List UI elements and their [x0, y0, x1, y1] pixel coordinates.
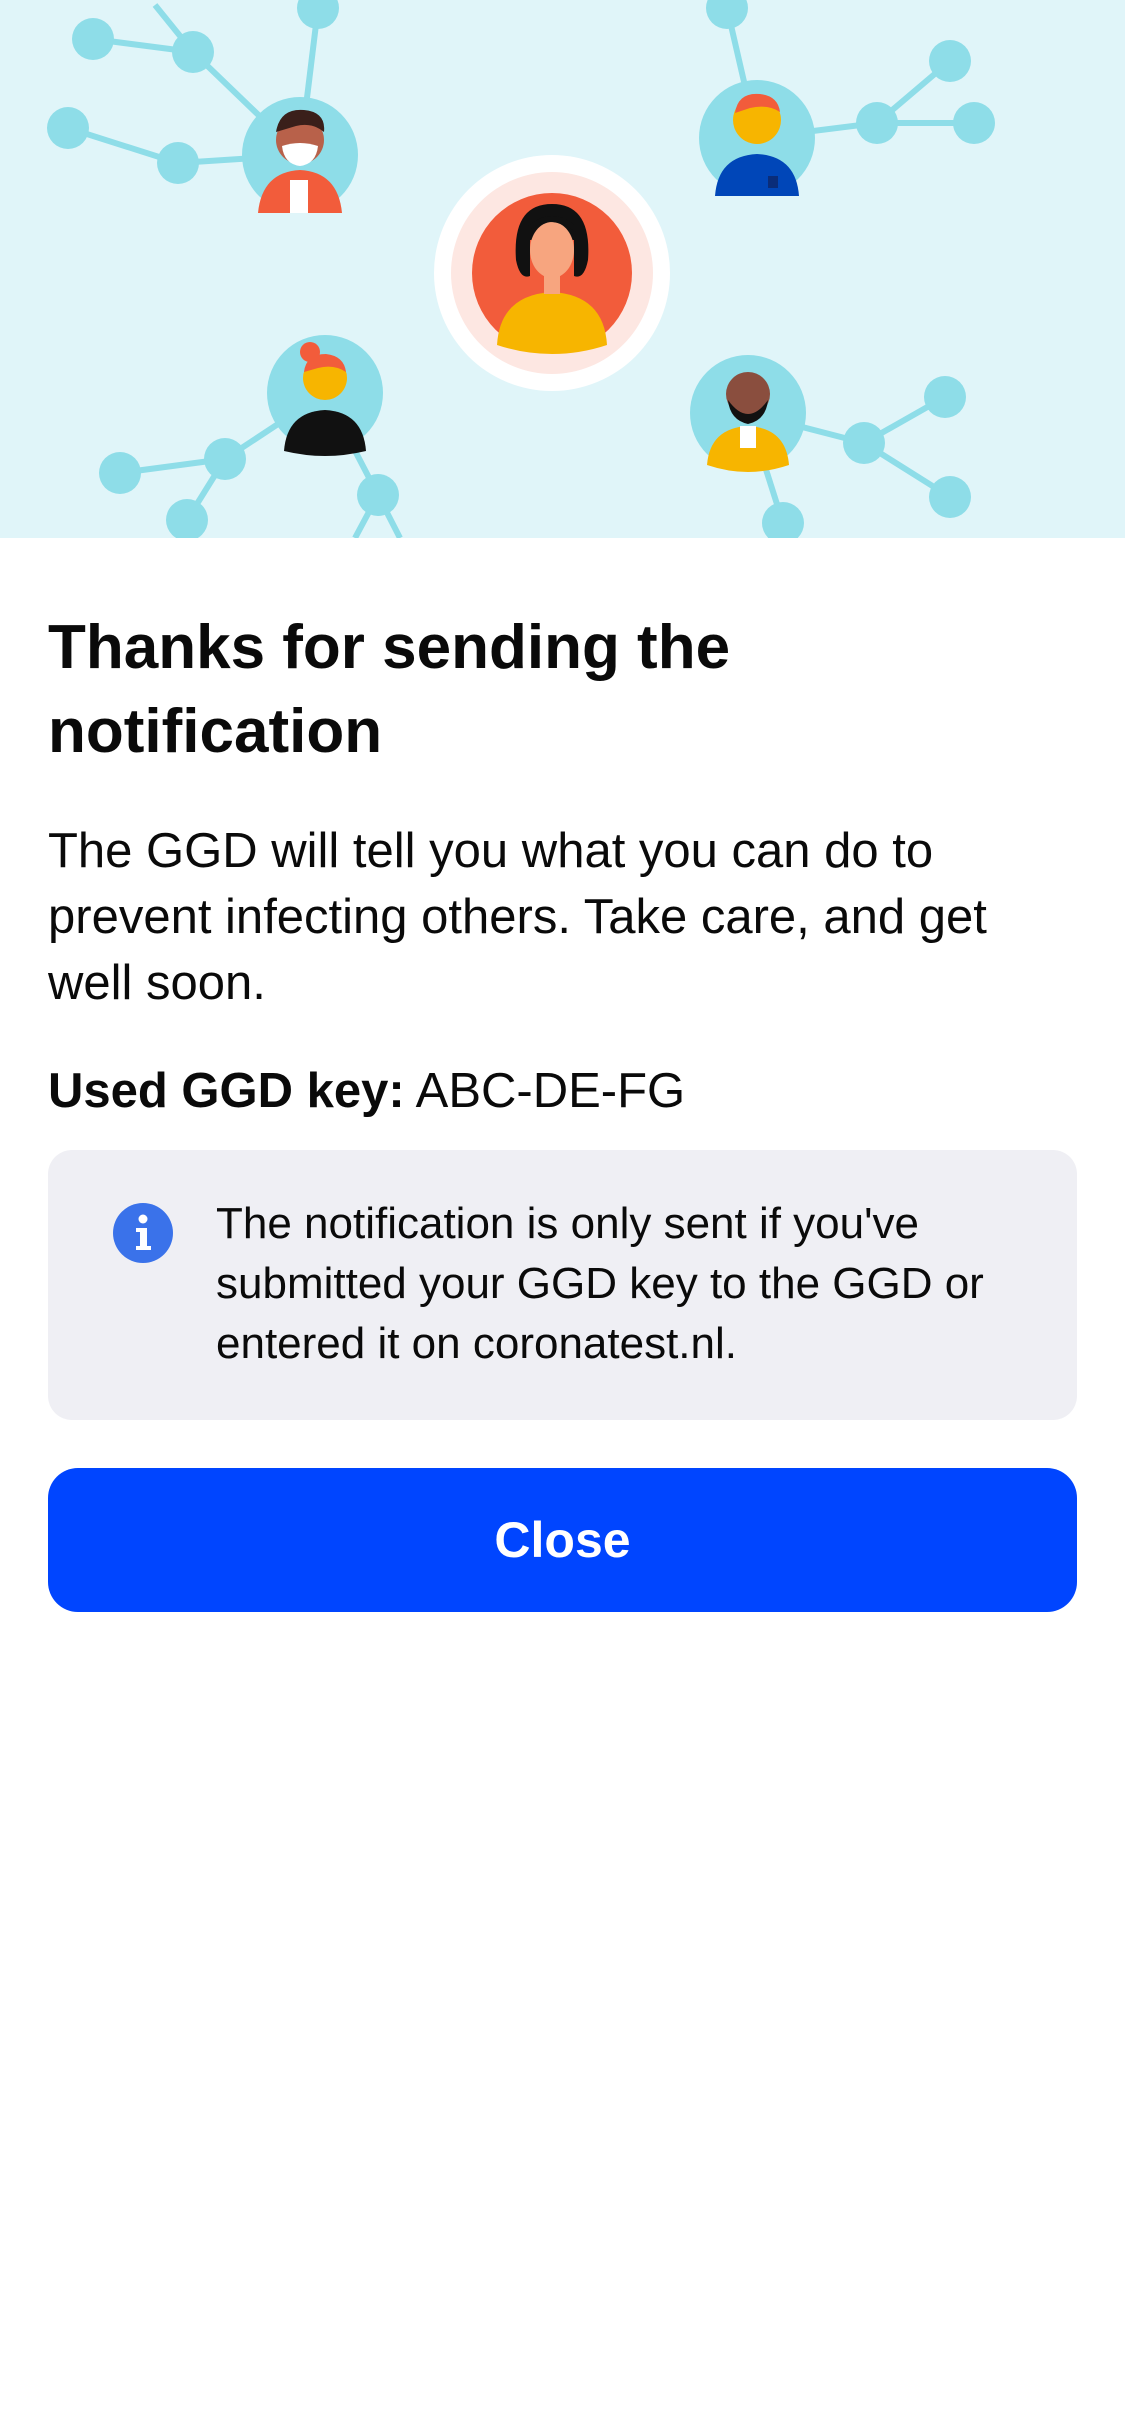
ggd-key-row: Used GGD key: ABC-DE-FG [48, 1058, 1078, 1124]
person-avatar-masked [242, 97, 358, 213]
info-card: The notification is only sent if you've … [48, 1150, 1077, 1420]
person-avatar-red-hair [267, 335, 383, 456]
page-title: Thanks for sending the notification [48, 613, 731, 766]
body-text: The GGD will tell you what you can do to… [48, 824, 987, 1010]
person-avatar-blue-shirt [699, 80, 815, 196]
person-avatar-bearded [690, 355, 806, 472]
info-icon [113, 1203, 173, 1263]
people-network-illustration [47, 0, 995, 538]
hero-illustration [0, 0, 1125, 538]
ggd-key-label: Used GGD key: [48, 1064, 405, 1118]
info-text: The notification is only sent if you've … [216, 1199, 984, 1368]
ggd-key-value: ABC-DE-FG [415, 1064, 686, 1118]
close-button[interactable]: Close [48, 1468, 1077, 1612]
person-avatar-main [434, 155, 670, 391]
